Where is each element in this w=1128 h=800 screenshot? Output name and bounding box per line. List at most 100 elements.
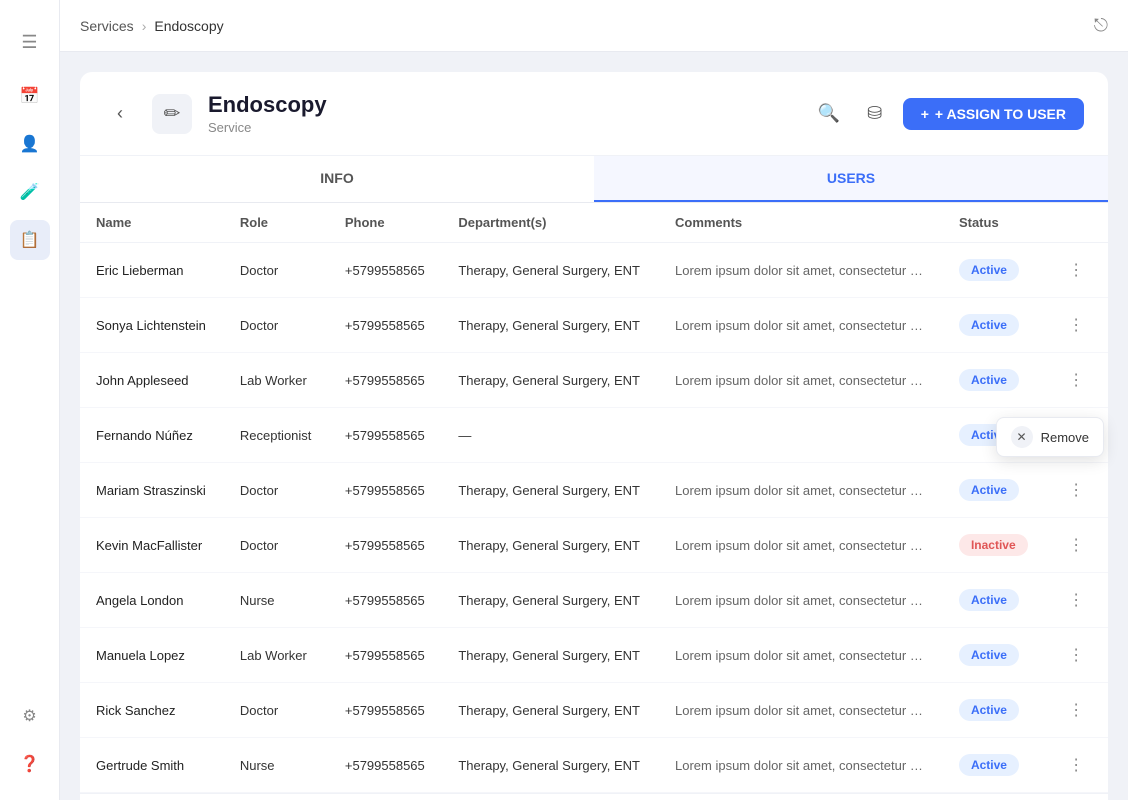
table-row: Manuela Lopez Lab Worker +5799558565 The… <box>80 628 1108 683</box>
cell-phone: +5799558565 <box>329 573 442 628</box>
cell-menu: ⋮ <box>1045 683 1108 738</box>
status-badge: Active <box>959 479 1019 501</box>
cell-role: Doctor <box>224 518 329 573</box>
cell-departments: Therapy, General Surgery, ENT <box>442 683 659 738</box>
cell-role: Doctor <box>224 683 329 738</box>
sidebar-item-help[interactable]: ❓ <box>10 744 50 784</box>
cell-comments: Lorem ipsum dolor sit amet, consectetur … <box>659 628 943 683</box>
cell-name: John Appleseed <box>80 353 224 408</box>
col-actions <box>1045 203 1108 243</box>
cell-role: Lab Worker <box>224 353 329 408</box>
breadcrumb-current: Endoscopy <box>154 18 223 34</box>
sidebar-item-patients[interactable]: 👤 <box>10 124 50 164</box>
card-header: ‹ ✏ Endoscopy Service 🔍 ⛁ + + ASSIGN TO … <box>80 72 1108 156</box>
table-row: Gertrude Smith Nurse +5799558565 Therapy… <box>80 738 1108 793</box>
col-comments: Comments <box>659 203 943 243</box>
tab-users[interactable]: USERS <box>594 156 1108 202</box>
cell-comments: Lorem ipsum dolor sit amet, consectetur … <box>659 353 943 408</box>
topbar-right: ⎋ <box>1094 15 1108 36</box>
cell-name: Mariam Straszinski <box>80 463 224 518</box>
sidebar-item-dashboard[interactable]: 📅 <box>10 76 50 116</box>
sidebar-item-services[interactable]: 📋 <box>10 220 50 260</box>
cell-name: Rick Sanchez <box>80 683 224 738</box>
cell-comments: Lorem ipsum dolor sit amet, consectetur … <box>659 573 943 628</box>
plus-icon: + <box>921 106 929 122</box>
cell-departments: Therapy, General Surgery, ENT <box>442 243 659 298</box>
cell-comments: Lorem ipsum dolor sit amet, consectetur … <box>659 243 943 298</box>
cell-phone: +5799558565 <box>329 298 442 353</box>
table-row: Sonya Lichtenstein Doctor +5799558565 Th… <box>80 298 1108 353</box>
tab-bar: INFO USERS <box>80 156 1108 203</box>
cell-menu: ⋮ <box>1045 518 1108 573</box>
cell-role: Doctor <box>224 243 329 298</box>
cell-role: Nurse <box>224 573 329 628</box>
remove-label[interactable]: Remove <box>1041 430 1089 445</box>
cell-comments: Lorem ipsum dolor sit amet, consectetur … <box>659 683 943 738</box>
cell-role: Doctor <box>224 463 329 518</box>
pagination-bar: Items per page: 10 25 50 1 — 10 of 69 « … <box>80 793 1108 800</box>
cell-phone: +5799558565 <box>329 518 442 573</box>
assign-button-label: + ASSIGN TO USER <box>935 106 1066 122</box>
assign-to-user-button[interactable]: + + ASSIGN TO USER <box>903 98 1084 130</box>
cell-phone: +5799558565 <box>329 408 442 463</box>
table-row: John Appleseed Lab Worker +5799558565 Th… <box>80 353 1108 408</box>
service-card: ‹ ✏ Endoscopy Service 🔍 ⛁ + + ASSIGN TO … <box>80 72 1108 800</box>
cell-comments: Lorem ipsum dolor sit amet, consectetur … <box>659 298 943 353</box>
col-name: Name <box>80 203 224 243</box>
cell-role: Lab Worker <box>224 628 329 683</box>
breadcrumb-services[interactable]: Services <box>80 18 134 34</box>
logout-icon[interactable]: ⎋ <box>1094 15 1108 35</box>
status-badge: Active <box>959 259 1019 281</box>
cell-comments: Lorem ipsum dolor sit amet, consectetur … <box>659 518 943 573</box>
row-action-dropdown: ✕ Remove <box>996 417 1104 457</box>
cell-name: Kevin MacFallister <box>80 518 224 573</box>
cell-comments: Lorem ipsum dolor sit amet, consectetur … <box>659 463 943 518</box>
cell-phone: +5799558565 <box>329 628 442 683</box>
cell-status: Active <box>943 683 1045 738</box>
status-badge: Inactive <box>959 534 1028 556</box>
status-badge: Active <box>959 589 1019 611</box>
sidebar-item-menu[interactable]: ☰ <box>10 22 50 62</box>
col-phone: Phone <box>329 203 442 243</box>
dropdown-close-button[interactable]: ✕ <box>1011 426 1033 448</box>
row-menu-button[interactable]: ⋮ <box>1061 365 1091 395</box>
row-menu-button[interactable]: ⋮ <box>1061 695 1091 725</box>
cell-status: Active <box>943 298 1045 353</box>
cell-departments: Therapy, General Surgery, ENT <box>442 628 659 683</box>
table-row: Angela London Nurse +5799558565 Therapy,… <box>80 573 1108 628</box>
status-badge: Active <box>959 369 1019 391</box>
table-row: Mariam Straszinski Doctor +5799558565 Th… <box>80 463 1108 518</box>
row-menu-button[interactable]: ⋮ <box>1061 640 1091 670</box>
row-menu-button[interactable]: ⋮ <box>1061 475 1091 505</box>
cell-name: Gertrude Smith <box>80 738 224 793</box>
row-menu-button[interactable]: ⋮ <box>1061 310 1091 340</box>
row-menu-button[interactable]: ⋮ <box>1061 255 1091 285</box>
cell-status: Active <box>943 573 1045 628</box>
cell-name: Sonya Lichtenstein <box>80 298 224 353</box>
sidebar-item-lab[interactable]: 🧪 <box>10 172 50 212</box>
cell-menu: ⋮ <box>1045 243 1108 298</box>
search-button[interactable]: 🔍 <box>811 96 847 132</box>
cell-comments <box>659 408 943 463</box>
cell-name: Angela London <box>80 573 224 628</box>
cell-departments: Therapy, General Surgery, ENT <box>442 463 659 518</box>
cell-departments: Therapy, General Surgery, ENT <box>442 518 659 573</box>
row-menu-button[interactable]: ⋮ <box>1061 585 1091 615</box>
back-button[interactable]: ‹ <box>104 98 136 130</box>
header-actions: 🔍 ⛁ + + ASSIGN TO USER <box>811 96 1084 132</box>
cell-status: Active <box>943 463 1045 518</box>
status-badge: Active <box>959 699 1019 721</box>
sidebar-item-settings[interactable]: ⚙ <box>10 696 50 736</box>
service-title: Endoscopy <box>208 92 795 118</box>
row-menu-button[interactable]: ⋮ <box>1061 750 1091 780</box>
filter-button[interactable]: ⛁ <box>857 96 893 132</box>
service-icon: ✏ <box>152 94 192 134</box>
cell-comments: Lorem ipsum dolor sit amet, consectetur … <box>659 738 943 793</box>
header-text: Endoscopy Service <box>208 92 795 135</box>
search-icon: 🔍 <box>818 103 840 124</box>
row-menu-button[interactable]: ⋮ <box>1061 530 1091 560</box>
tab-info[interactable]: INFO <box>80 156 594 202</box>
cell-menu: ⋮ <box>1045 353 1108 408</box>
service-subtitle: Service <box>208 120 795 135</box>
table-row: Eric Lieberman Doctor +5799558565 Therap… <box>80 243 1108 298</box>
